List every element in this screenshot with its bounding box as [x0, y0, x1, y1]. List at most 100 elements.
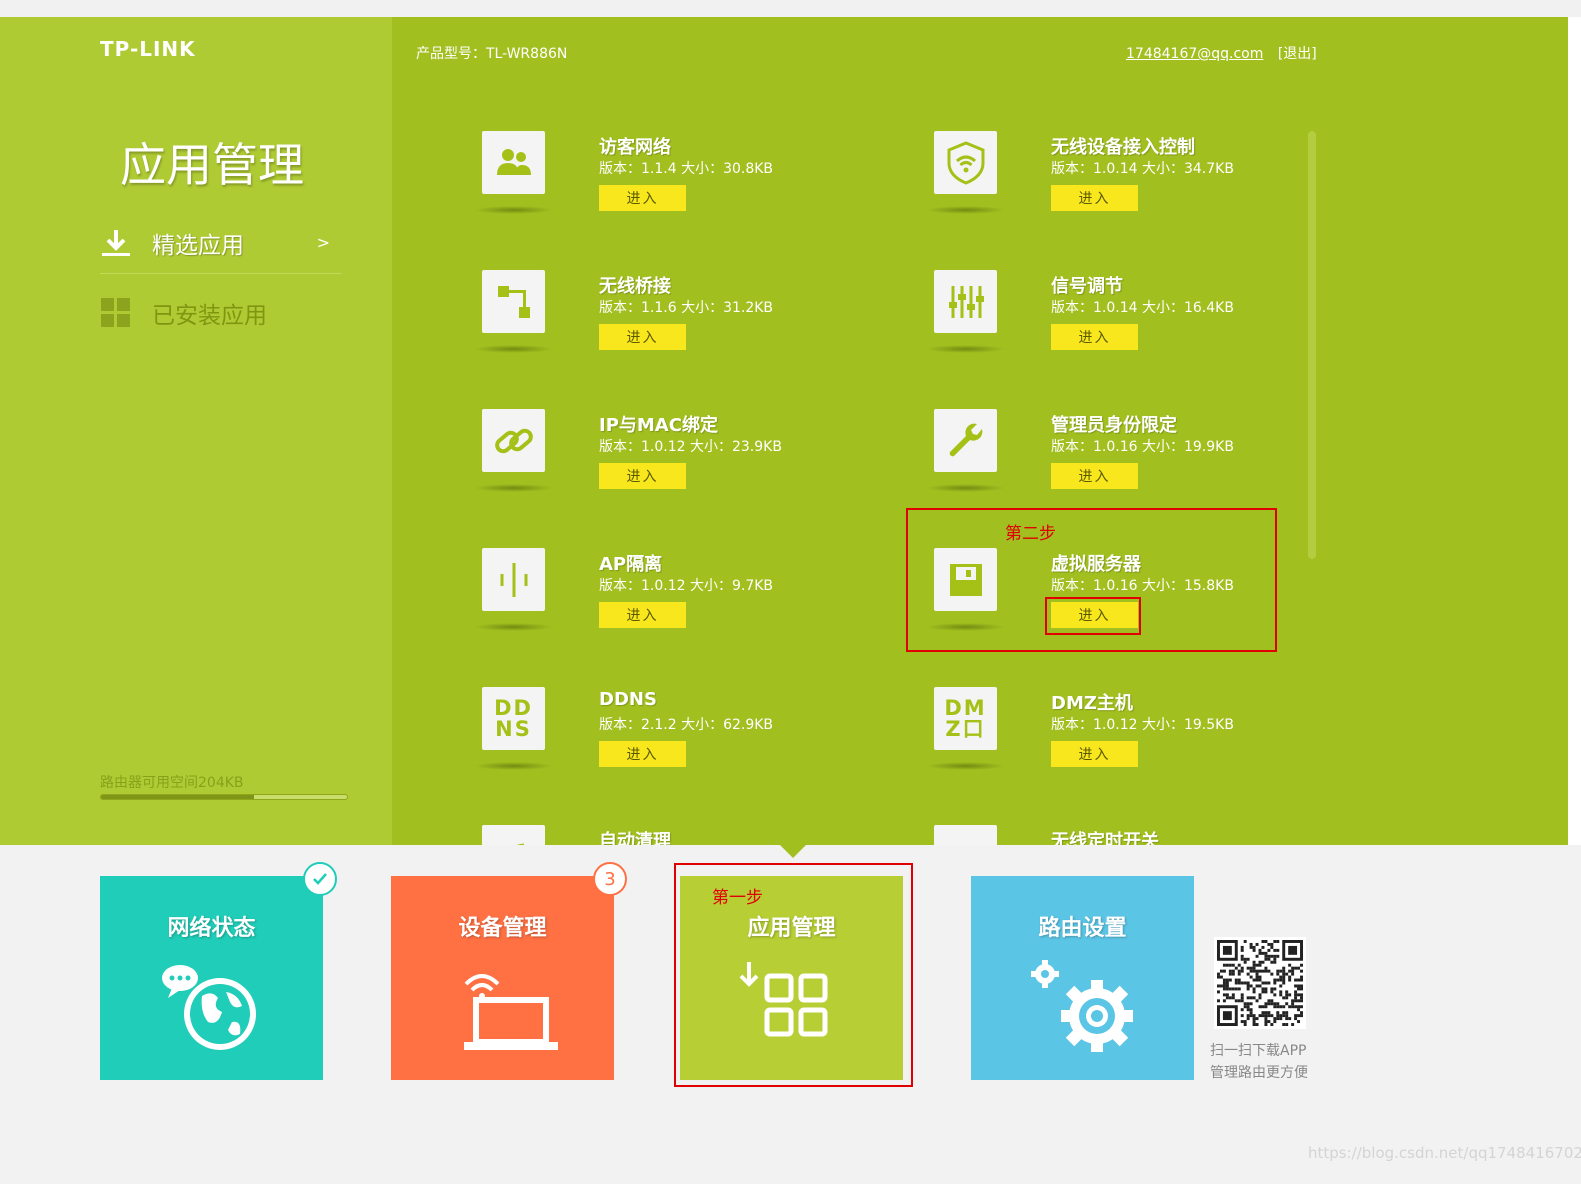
enter-button[interactable]: 进入: [1051, 324, 1138, 350]
app-meta: 版本：1.0.12 大小：23.9KB: [599, 439, 782, 455]
app-meta: 版本：1.0.16 大小：19.9KB: [1051, 439, 1234, 455]
page-title: 应用管理: [120, 138, 304, 192]
tile-title: 网络状态: [167, 916, 256, 941]
enter-button[interactable]: 进入: [599, 324, 686, 350]
enter-button-highlight-box: [1045, 597, 1141, 635]
tile-network-status[interactable]: 网络状态: [100, 862, 337, 1080]
enter-button[interactable]: 进入: [1051, 185, 1138, 211]
logout-link[interactable]: [退出]: [1278, 46, 1317, 62]
sidebar-item-featured-apps[interactable]: 精选应用 >: [100, 212, 342, 274]
tile-device-management[interactable]: 设备管理 3: [391, 862, 627, 1080]
enter-button[interactable]: 进入: [599, 185, 686, 211]
tile-router-settings[interactable]: 路由设置: [971, 876, 1194, 1080]
app-card-dmz-host: DM Z口 DMZ主机 版本：1.0.12 大小：19.5KB 进入: [926, 687, 1354, 807]
top-strip: [0, 0, 1581, 17]
app-meta: 版本：1.0.12 大小：9.7KB: [599, 578, 774, 594]
enter-button[interactable]: 进入: [1051, 741, 1138, 767]
app-name: 自动清理: [599, 831, 671, 845]
ddns-text-icon: DD NS: [482, 687, 545, 750]
scrollbar[interactable]: [1308, 131, 1316, 559]
icon-text-line: DM: [944, 695, 987, 720]
app-name: AP隔离: [599, 554, 663, 575]
bridge-nodes-icon: [482, 270, 545, 333]
app-name: 信号调节: [1051, 276, 1123, 297]
icon-shadow: [926, 762, 1005, 770]
sidebar-item-label: 精选应用: [152, 232, 244, 259]
app-management-panel: TP-LINK 应用管理 精选应用 > 已安装应用 路由器可用空间204KB 产…: [0, 17, 1568, 845]
app-card-wireless-access-control: 无线设备接入控制 版本：1.0.14 大小：34.7KB 进入: [926, 131, 1354, 251]
router-admin-page: TP-LINK 应用管理 精选应用 > 已安装应用 路由器可用空间204KB 产…: [0, 0, 1581, 1184]
isolation-bars-icon: [482, 548, 545, 611]
app-card-ap-isolation: AP隔离 版本：1.0.12 大小：9.7KB 进入: [474, 548, 902, 668]
app-name: 访客网络: [599, 137, 671, 158]
guest-users-icon: [482, 131, 545, 194]
qr-caption-line: 扫一扫下载APP: [1210, 1043, 1307, 1059]
chain-link-icon: [482, 409, 545, 472]
gears-icon: [971, 951, 1194, 1061]
sidebar-item-label: 已安装应用: [152, 303, 267, 329]
wrench-icon: [934, 409, 997, 472]
storage-progress-fill: [101, 795, 254, 799]
tile-title: 设备管理: [458, 916, 547, 941]
chevron-right-icon: >: [316, 233, 330, 252]
dmz-text-icon: DM Z口: [934, 687, 997, 750]
bottom-nav: 网络状态 设备管理 3 应用管理 第一步 路由设置 扫一扫下载APP 管理路由更…: [0, 845, 1581, 1184]
app-card-guest-network: 访客网络 版本：1.1.4 大小：30.8KB 进入: [474, 131, 902, 251]
app-meta: 版本：1.0.14 大小：34.7KB: [1051, 161, 1234, 177]
globe-chat-icon: [100, 951, 323, 1061]
active-tab-pointer: [780, 845, 806, 858]
app-name: 管理员身份限定: [1051, 415, 1177, 436]
icon-shadow: [474, 484, 553, 492]
enter-button[interactable]: 进入: [599, 741, 686, 767]
storage-progress-bar: [100, 794, 348, 800]
check-icon: [303, 862, 337, 896]
download-icon: [102, 229, 130, 256]
watermark: https://blog.csdn.net/qq17484167023: [1308, 1144, 1581, 1162]
app-meta: 版本：1.0.12 大小：19.5KB: [1051, 717, 1234, 733]
product-model: 产品型号：TL-WR886N: [416, 46, 568, 62]
app-meta: 版本：2.1.2 大小：62.9KB: [599, 717, 774, 733]
wifi-timer-icon: [934, 825, 997, 845]
qr-caption: 扫一扫下载APP 管理路由更方便: [1210, 1040, 1308, 1084]
icon-shadow: [474, 762, 553, 770]
qr-caption-line: 管理路由更方便: [1210, 1065, 1308, 1081]
icon-shadow: [474, 623, 553, 631]
clipped-row: 自动清理 无线定时开关: [0, 825, 1568, 845]
enter-button[interactable]: 进入: [599, 463, 686, 489]
app-card-signal-adjust: 信号调节 版本：1.0.14 大小：16.4KB 进入: [926, 270, 1354, 390]
enter-button[interactable]: 进入: [599, 602, 686, 628]
storage-text: 路由器可用空间204KB: [100, 775, 244, 791]
app-card-wireless-bridge: 无线桥接 版本：1.1.6 大小：31.2KB 进入: [474, 270, 902, 390]
icon-text-line: DD: [494, 695, 533, 720]
app-name: IP与MAC绑定: [599, 415, 718, 436]
sliders-icon: [934, 270, 997, 333]
app-card-ip-mac-binding: IP与MAC绑定 版本：1.0.12 大小：23.9KB 进入: [474, 409, 902, 529]
tp-link-logo: TP-LINK: [100, 37, 196, 61]
tile-title: 路由设置: [1038, 916, 1127, 941]
app-meta: 版本：1.1.4 大小：30.8KB: [599, 161, 774, 177]
step-one-highlight-box: [674, 863, 913, 1087]
app-name: 无线桥接: [599, 276, 671, 297]
icon-text-line: Z口: [945, 716, 986, 741]
auto-clean-icon: [482, 825, 545, 845]
sidebar-item-installed-apps[interactable]: 已安装应用: [100, 282, 342, 344]
step-one-label: 第一步: [712, 888, 763, 908]
qr-code: [1214, 937, 1306, 1029]
app-card-wifi-timer: 无线定时开关: [934, 825, 1354, 845]
account-email-link[interactable]: 17484167@qq.com: [1126, 46, 1263, 62]
app-name: 无线定时开关: [1051, 831, 1159, 845]
icon-shadow: [474, 345, 553, 353]
app-card-auto-clean: 自动清理: [482, 825, 902, 845]
sidebar: TP-LINK 应用管理 精选应用 > 已安装应用 路由器可用空间204KB: [0, 17, 392, 845]
app-name: DDNS: [599, 689, 657, 710]
app-meta: 版本：1.1.6 大小：31.2KB: [599, 300, 774, 316]
app-meta: 版本：1.0.14 大小：16.4KB: [1051, 300, 1234, 316]
icon-shadow: [926, 206, 1005, 214]
account-area: 17484167@qq.com [退出]: [1126, 43, 1317, 63]
app-name: DMZ主机: [1051, 693, 1133, 714]
step-two-label: 第二步: [1005, 524, 1056, 544]
device-count-badge: 3: [593, 862, 627, 896]
icon-shadow: [474, 206, 553, 214]
icon-shadow: [926, 484, 1005, 492]
enter-button[interactable]: 进入: [1051, 463, 1138, 489]
